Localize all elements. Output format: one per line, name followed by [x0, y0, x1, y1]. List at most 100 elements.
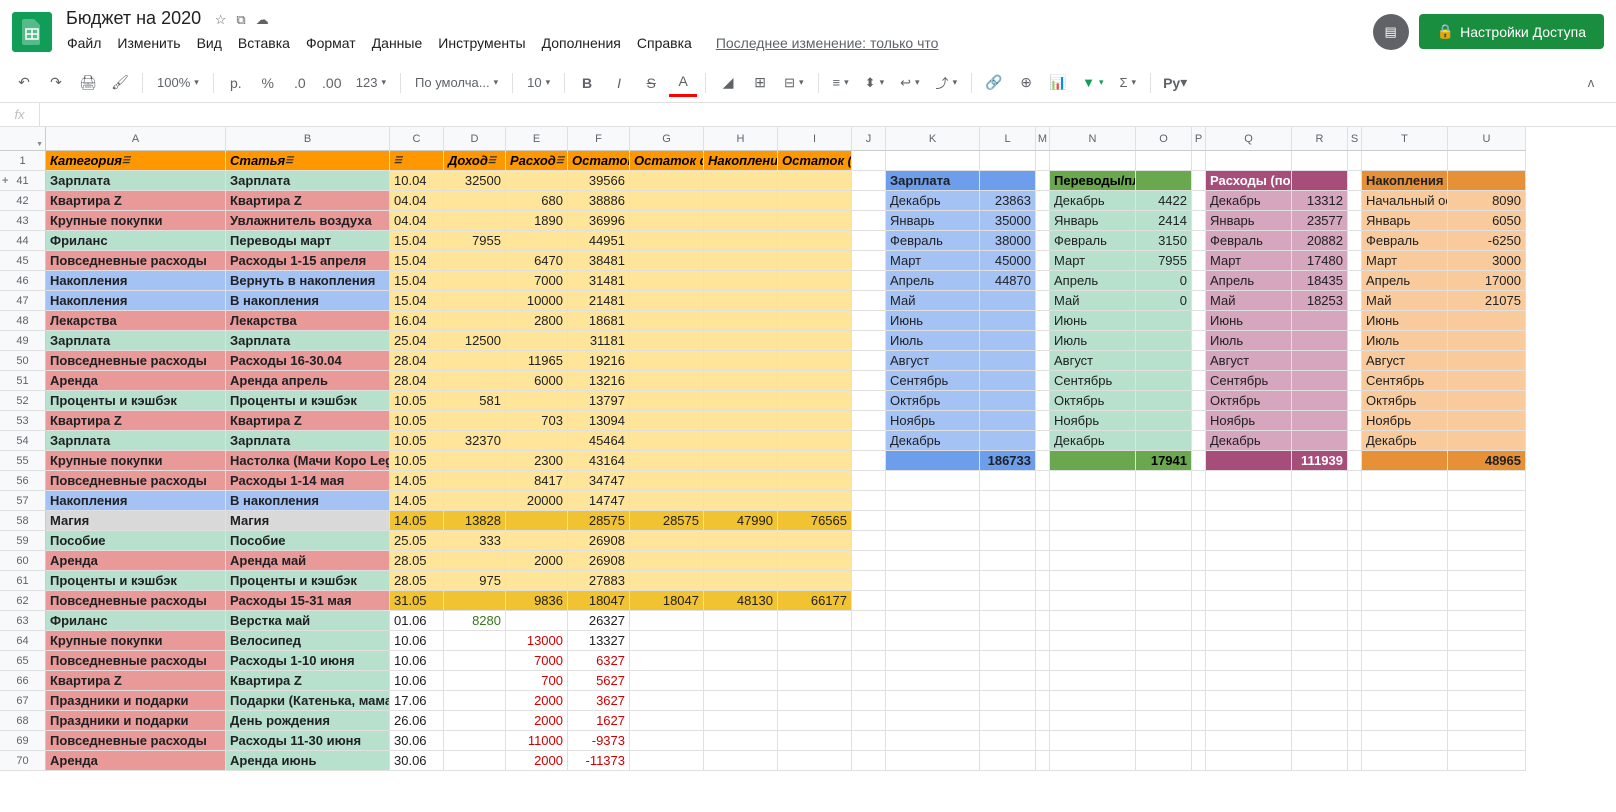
cell[interactable]: Март: [886, 251, 980, 271]
cell[interactable]: [1192, 671, 1206, 691]
cell[interactable]: [1206, 511, 1292, 531]
cell[interactable]: [852, 651, 886, 671]
cell[interactable]: Февраль: [886, 231, 980, 251]
cell[interactable]: [1036, 431, 1050, 451]
filter-header[interactable]: [390, 151, 444, 171]
cell[interactable]: [1448, 631, 1526, 651]
cell[interactable]: Март: [1206, 251, 1292, 271]
cell[interactable]: Повседневные расходы: [46, 591, 226, 611]
cell[interactable]: [1448, 731, 1526, 751]
filter-header[interactable]: Остаток (ф: [778, 151, 852, 171]
cell[interactable]: [1136, 571, 1192, 591]
menu-insert[interactable]: Вставка: [231, 31, 297, 55]
cell[interactable]: [852, 231, 886, 251]
cell[interactable]: -9373: [568, 731, 630, 751]
cell[interactable]: [1348, 431, 1362, 451]
cell[interactable]: Праздники и подарки: [46, 691, 226, 711]
cell[interactable]: [778, 631, 852, 651]
cell[interactable]: [852, 731, 886, 751]
cell[interactable]: [1036, 351, 1050, 371]
cell[interactable]: [1206, 491, 1292, 511]
cell[interactable]: 14.05: [390, 471, 444, 491]
cell[interactable]: [778, 191, 852, 211]
cell[interactable]: Квартира Z: [46, 191, 226, 211]
col-header-O[interactable]: O: [1136, 127, 1192, 151]
cell[interactable]: [444, 191, 506, 211]
cell[interactable]: 15.04: [390, 291, 444, 311]
cell[interactable]: [886, 611, 980, 631]
cell[interactable]: [1192, 431, 1206, 451]
cell[interactable]: [630, 331, 704, 351]
cell[interactable]: Повседневные расходы: [46, 651, 226, 671]
menu-data[interactable]: Данные: [365, 31, 430, 55]
cell[interactable]: [852, 191, 886, 211]
cell[interactable]: 13312: [1292, 191, 1348, 211]
cell[interactable]: Крупные покупки: [46, 211, 226, 231]
cell[interactable]: Расходы 16-30.04: [226, 351, 390, 371]
halign-icon[interactable]: ≡: [827, 69, 855, 97]
cell[interactable]: 700: [506, 671, 568, 691]
cell[interactable]: [1036, 311, 1050, 331]
cell[interactable]: [1136, 491, 1192, 511]
cell[interactable]: [980, 311, 1036, 331]
cell[interactable]: [444, 311, 506, 331]
cell[interactable]: [506, 331, 568, 351]
row-header[interactable]: 56: [0, 471, 46, 491]
cell[interactable]: [1348, 571, 1362, 591]
cell[interactable]: [704, 571, 778, 591]
cell[interactable]: Июль: [886, 331, 980, 351]
cell[interactable]: 2800: [506, 311, 568, 331]
cell[interactable]: [1136, 671, 1192, 691]
cell[interactable]: Подарки (Катенька, мама): [226, 691, 390, 711]
cell[interactable]: [1050, 711, 1136, 731]
merge-icon[interactable]: ⊟: [778, 69, 809, 97]
col-header-M[interactable]: M: [1036, 127, 1050, 151]
cell[interactable]: Проценты и кэшбэк: [46, 571, 226, 591]
cell[interactable]: [444, 591, 506, 611]
cell[interactable]: [704, 491, 778, 511]
row-header[interactable]: 60: [0, 551, 46, 571]
zoom-dropdown[interactable]: 100%: [151, 69, 205, 97]
cell[interactable]: [852, 411, 886, 431]
cell[interactable]: 35000: [980, 211, 1036, 231]
cell[interactable]: 5627: [568, 671, 630, 691]
col-header-S[interactable]: S: [1348, 127, 1362, 151]
cell[interactable]: [1036, 391, 1050, 411]
cell[interactable]: [852, 491, 886, 511]
cell[interactable]: 2000: [506, 711, 568, 731]
cell[interactable]: 26908: [568, 531, 630, 551]
cell[interactable]: 17480: [1292, 251, 1348, 271]
cell[interactable]: [630, 631, 704, 651]
cell[interactable]: Июнь: [1362, 311, 1448, 331]
cell[interactable]: [1136, 551, 1192, 571]
cell[interactable]: 27883: [568, 571, 630, 591]
cell[interactable]: 11965: [506, 351, 568, 371]
cell[interactable]: В накопления: [226, 291, 390, 311]
col-header-B[interactable]: B: [226, 127, 390, 151]
cell[interactable]: Настолка (Мачи Коро Leg): [226, 451, 390, 471]
font-size[interactable]: 10: [521, 69, 556, 97]
cell[interactable]: [886, 451, 980, 471]
cell[interactable]: [1036, 571, 1050, 591]
cell[interactable]: [1206, 451, 1292, 471]
cell[interactable]: [1292, 751, 1348, 771]
cell[interactable]: [1206, 571, 1292, 591]
cell[interactable]: [630, 311, 704, 331]
cell[interactable]: [1362, 531, 1448, 551]
cell[interactable]: [1448, 571, 1526, 591]
cell[interactable]: 66177: [778, 591, 852, 611]
cell[interactable]: [886, 671, 980, 691]
cell[interactable]: 38000: [980, 231, 1036, 251]
cell[interactable]: [852, 711, 886, 731]
cell[interactable]: [1292, 691, 1348, 711]
cell[interactable]: 11000: [506, 731, 568, 751]
cell[interactable]: Начальный ост: [1362, 191, 1448, 211]
cell[interactable]: [1136, 651, 1192, 671]
cell[interactable]: [1348, 611, 1362, 631]
row-header[interactable]: 53: [0, 411, 46, 431]
cell[interactable]: [1448, 171, 1526, 191]
cell[interactable]: [1362, 451, 1448, 471]
cell[interactable]: Февраль: [1050, 231, 1136, 251]
cell[interactable]: [704, 251, 778, 271]
cell[interactable]: [980, 571, 1036, 591]
